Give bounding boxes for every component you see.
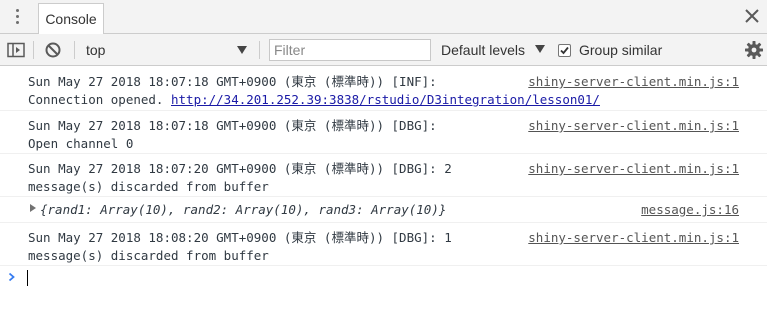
log-levels-dropdown[interactable]: Default levels: [441, 40, 547, 60]
console-message: Sun May 27 2018 18:08:20 GMT+0900 (東京 (標…: [0, 223, 767, 266]
message-url-link[interactable]: http://34.201.252.39:3838/rstudio/D3inte…: [171, 92, 600, 107]
console-object-message[interactable]: {rand1: Array(10), rand2: Array(10), ran…: [0, 197, 767, 223]
checkmark-icon: [560, 46, 569, 54]
filter-input[interactable]: [269, 39, 431, 61]
drawer-tab-bar: Console: [0, 0, 767, 34]
console-toolbar: top Default levels Group similar: [0, 34, 767, 66]
close-icon[interactable]: [741, 5, 763, 27]
message-source-link[interactable]: shiny-server-client.min.js:1: [528, 160, 739, 177]
console-message: Sun May 27 2018 18:07:20 GMT+0900 (東京 (標…: [0, 154, 767, 197]
chevron-down-icon: [237, 46, 247, 54]
console-message: Sun May 27 2018 18:07:18 GMT+0900 (東京 (標…: [0, 66, 767, 111]
tab-console[interactable]: Console: [38, 3, 104, 34]
console-message: Sun May 27 2018 18:07:18 GMT+0900 (東京 (標…: [0, 111, 767, 154]
message-text: Connection opened.: [28, 92, 171, 107]
prompt-chevron-icon: [8, 272, 15, 282]
kebab-menu-icon[interactable]: [6, 5, 28, 27]
message-text: Open channel 0: [28, 136, 134, 151]
context-selector-value: top: [86, 42, 106, 58]
message-timestamp-line: Sun May 27 2018 18:07:20 GMT+0900 (東京 (標…: [28, 161, 452, 176]
message-source-link[interactable]: message.js:16: [641, 201, 739, 218]
message-source-link[interactable]: shiny-server-client.min.js:1: [528, 73, 739, 90]
toolbar-divider: [74, 41, 75, 59]
group-similar-label: Group similar: [579, 42, 663, 58]
context-selector[interactable]: top: [86, 40, 250, 60]
group-similar-checkbox[interactable]: [558, 43, 571, 57]
toolbar-divider: [259, 41, 260, 59]
message-timestamp-line: Sun May 27 2018 18:08:20 GMT+0900 (東京 (標…: [28, 230, 452, 245]
message-text: message(s) discarded from buffer: [28, 248, 269, 263]
toolbar-divider: [33, 41, 34, 59]
message-source-link[interactable]: shiny-server-client.min.js:1: [528, 117, 739, 134]
sidebar-toggle-icon[interactable]: [6, 40, 26, 60]
expand-triangle-icon[interactable]: [30, 204, 36, 212]
message-timestamp-line: Sun May 27 2018 18:07:18 GMT+0900 (東京 (標…: [28, 118, 437, 133]
clear-console-icon[interactable]: [43, 40, 63, 60]
message-source-link[interactable]: shiny-server-client.min.js:1: [528, 229, 739, 246]
chevron-down-icon: [535, 45, 545, 53]
message-text-line: Connection opened. http://34.201.252.39:…: [28, 91, 600, 108]
text-caret: [27, 270, 28, 286]
console-messages: Sun May 27 2018 18:07:18 GMT+0900 (東京 (標…: [0, 66, 767, 266]
message-timestamp-line: Sun May 27 2018 18:07:18 GMT+0900 (東京 (標…: [28, 74, 437, 89]
console-prompt[interactable]: [0, 264, 767, 290]
message-text: message(s) discarded from buffer: [28, 179, 269, 194]
log-levels-label: Default levels: [441, 42, 526, 58]
group-similar-toggle[interactable]: Group similar: [558, 40, 662, 60]
gear-icon[interactable]: [744, 40, 764, 60]
object-preview[interactable]: {rand1: Array(10), rand2: Array(10), ran…: [40, 201, 446, 218]
